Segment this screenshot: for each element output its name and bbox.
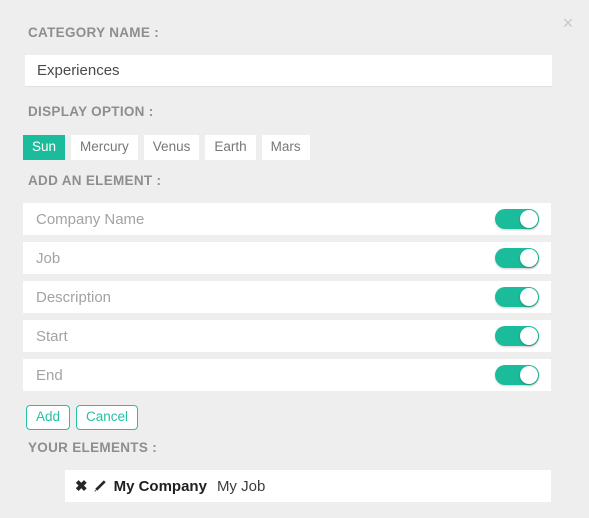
your-elements-list: ✖ My Company My Job: [65, 470, 551, 502]
element-row-label: Job: [36, 249, 61, 267]
element-row: End: [23, 359, 551, 391]
display-option-venus[interactable]: Venus: [143, 135, 200, 160]
display-option-label: DISPLAY OPTION :: [28, 104, 154, 119]
close-icon[interactable]: ×: [559, 14, 577, 32]
display-option-tabs: Sun Mercury Venus Earth Mars: [23, 135, 310, 160]
display-option-mercury[interactable]: Mercury: [71, 135, 138, 160]
toggle-knob: [520, 210, 538, 228]
add-an-element-label: ADD AN ELEMENT :: [28, 173, 162, 188]
element-row: Job: [23, 242, 551, 274]
display-option-mars[interactable]: Mars: [261, 135, 310, 160]
category-name-input[interactable]: [25, 55, 552, 87]
element-toggle-end[interactable]: [495, 365, 539, 385]
element-row: Company Name: [23, 203, 551, 235]
toggle-knob: [520, 249, 538, 267]
toggle-knob: [520, 327, 538, 345]
display-option-earth[interactable]: Earth: [205, 135, 256, 160]
pencil-icon[interactable]: [92, 479, 107, 494]
toggle-knob: [520, 288, 538, 306]
delete-icon[interactable]: ✖: [75, 479, 88, 494]
element-row: Description: [23, 281, 551, 313]
add-button[interactable]: Add: [26, 405, 71, 431]
element-toggle-description[interactable]: [495, 287, 539, 307]
cancel-button[interactable]: Cancel: [76, 405, 139, 431]
element-toggle-job[interactable]: [495, 248, 539, 268]
form-actions: Add Cancel: [26, 405, 139, 431]
element-row-label: Description: [36, 288, 112, 306]
category-name-label: CATEGORY NAME :: [28, 25, 160, 40]
category-editor-panel: × CATEGORY NAME : DISPLAY OPTION : Sun M…: [0, 0, 589, 518]
display-option-sun[interactable]: Sun: [23, 135, 66, 160]
element-row-label: Start: [36, 327, 68, 345]
element-toggle-company-name[interactable]: [495, 209, 539, 229]
toggle-knob: [520, 366, 538, 384]
element-row-label: End: [36, 366, 63, 384]
list-item-title: My Company: [113, 477, 207, 495]
element-rows: Company Name Job Description Start End: [23, 203, 551, 398]
your-elements-label: YOUR ELEMENTS :: [28, 440, 158, 455]
list-item: ✖ My Company My Job: [65, 470, 551, 502]
element-toggle-start[interactable]: [495, 326, 539, 346]
element-row-label: Company Name: [36, 210, 145, 228]
list-item-subtitle: My Job: [216, 477, 266, 495]
element-row: Start: [23, 320, 551, 352]
